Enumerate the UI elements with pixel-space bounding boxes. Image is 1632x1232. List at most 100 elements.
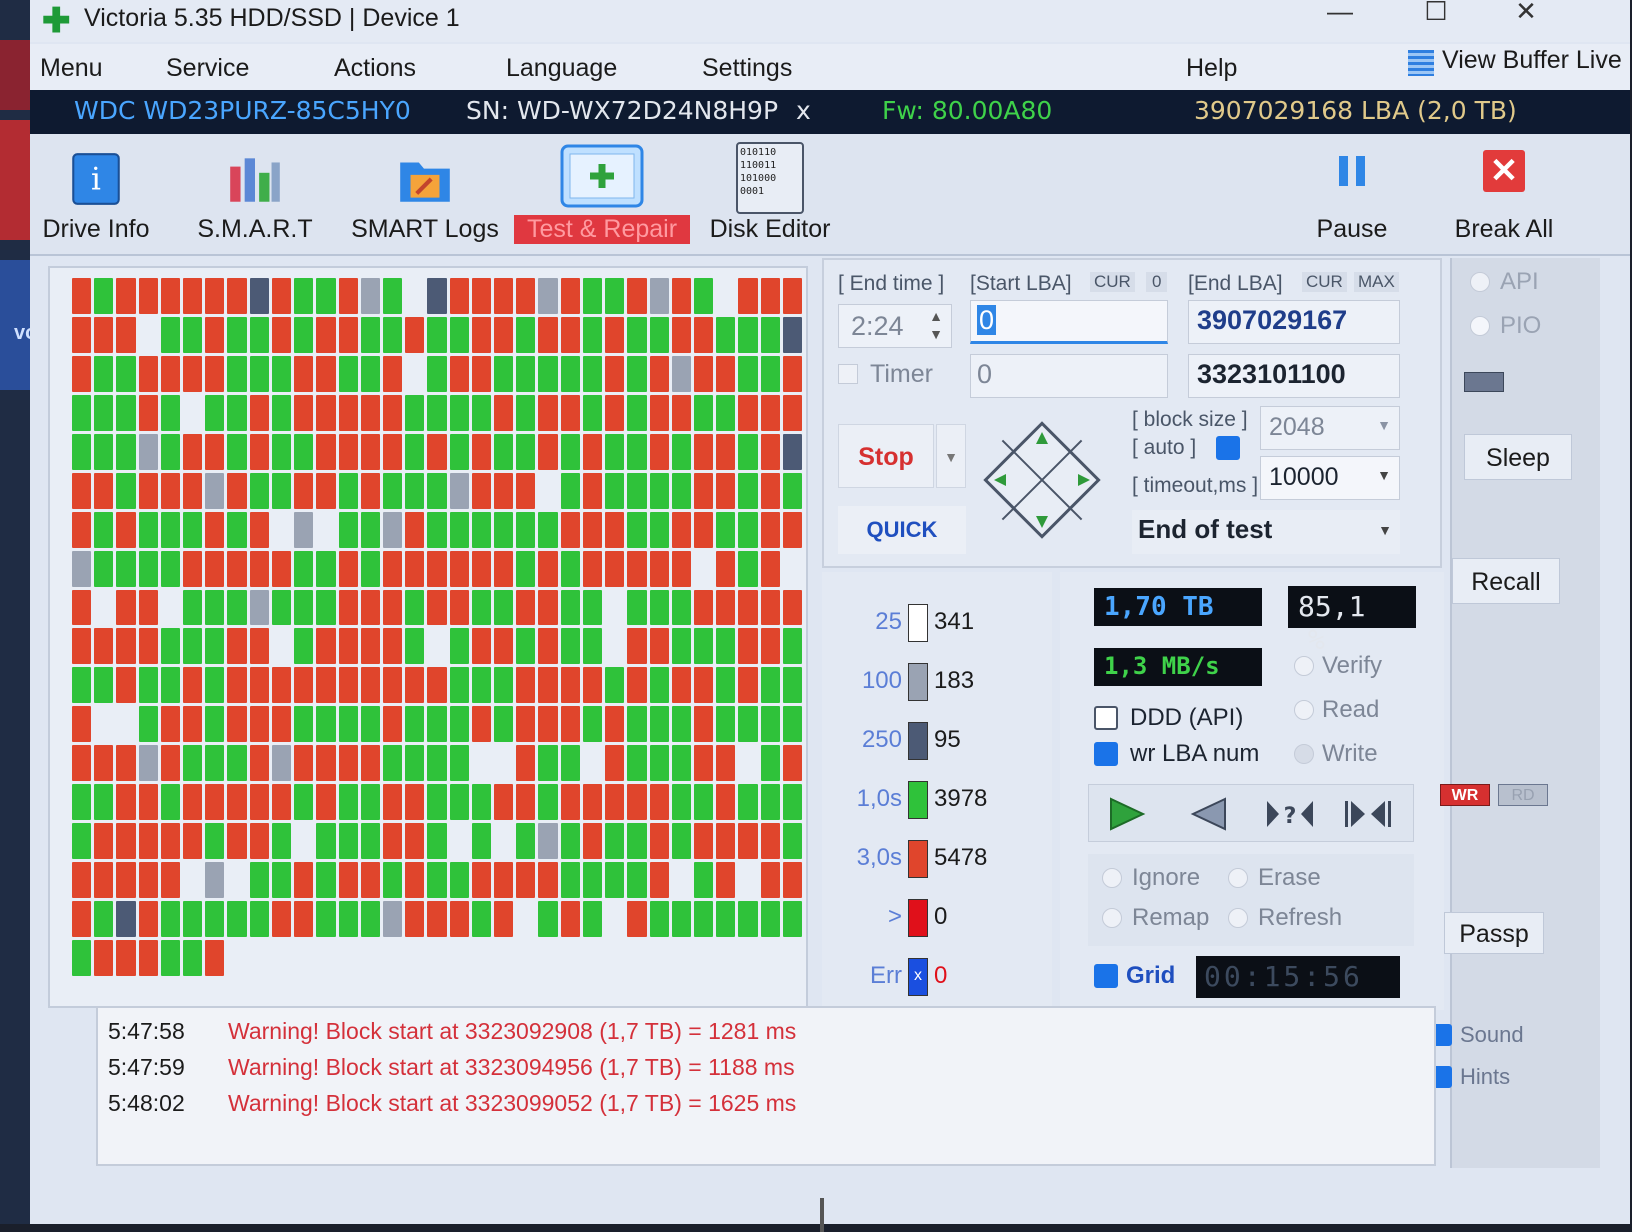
write-radio[interactable]: [1294, 744, 1314, 764]
event-log[interactable]: 5:47:58 Warning! Block start at 332309290…: [96, 1006, 1436, 1166]
smart-button[interactable]: S.M.A.R.T: [190, 134, 320, 252]
scan-block: [138, 745, 158, 782]
block-size-select[interactable]: 2048 ▼: [1260, 406, 1400, 450]
timeout-select[interactable]: 10000 ▼: [1260, 456, 1400, 500]
scan-block: [494, 511, 514, 548]
view-buffer-live-button[interactable]: View Buffer Live: [1442, 46, 1622, 75]
scan-block: [183, 706, 203, 743]
end-action-select[interactable]: End of test ▼: [1132, 510, 1400, 554]
auto-checkbox[interactable]: [1216, 436, 1240, 460]
refresh-radio[interactable]: [1228, 908, 1248, 928]
scan-block: [427, 550, 447, 587]
stop-dropdown-icon[interactable]: ▼: [936, 424, 966, 488]
minimize-button[interactable]: —: [1310, 0, 1370, 34]
scan-block: [72, 862, 92, 899]
scan-block: [183, 589, 203, 626]
grid-label: Grid: [1126, 962, 1176, 989]
api-radio[interactable]: [1470, 272, 1490, 292]
timer-input[interactable]: 0: [970, 354, 1168, 398]
pause-button[interactable]: Pause: [1302, 134, 1402, 252]
scan-block: [316, 745, 336, 782]
scan-block: [538, 550, 558, 587]
scan-block: [405, 667, 425, 704]
smart-logs-button[interactable]: SMART Logs: [350, 134, 500, 252]
break-all-button[interactable]: ✕ Break All: [1434, 134, 1574, 252]
erase-radio[interactable]: [1228, 868, 1248, 888]
stop-button[interactable]: Stop: [838, 424, 934, 488]
menu-menu[interactable]: Menu: [40, 54, 103, 83]
scan-block: [560, 706, 580, 743]
wr-lba-num-checkbox[interactable]: [1094, 742, 1118, 766]
scan-block: [649, 667, 669, 704]
menu-language[interactable]: Language: [506, 54, 617, 83]
scan-block: [227, 472, 247, 509]
menu-service[interactable]: Service: [166, 54, 249, 83]
passp-button[interactable]: Passp: [1444, 912, 1544, 954]
start-cur-button[interactable]: CUR: [1090, 272, 1135, 292]
scan-block: [516, 940, 536, 976]
scan-block: [671, 316, 691, 353]
scan-block: [671, 472, 691, 509]
reverse-icon[interactable]: [1189, 797, 1229, 831]
scan-block: [249, 706, 269, 743]
ignore-label: Ignore: [1132, 864, 1201, 891]
drive-info-button[interactable]: i Drive Info: [34, 134, 158, 252]
scan-block: [760, 278, 780, 314]
pio-radio[interactable]: [1470, 316, 1490, 336]
play-icon[interactable]: [1107, 797, 1147, 831]
menu-settings[interactable]: Settings: [702, 54, 792, 83]
end-max-button[interactable]: MAX: [1354, 272, 1399, 292]
menu-help[interactable]: Help: [1186, 54, 1237, 83]
scan-block: [494, 862, 514, 899]
grid-checkbox[interactable]: [1094, 964, 1118, 988]
scan-block: [738, 784, 758, 821]
scan-block: [494, 706, 514, 743]
drive-model[interactable]: WDC WD23PURZ-85C5HY0: [74, 96, 411, 125]
drive-close-button[interactable]: x: [796, 96, 811, 125]
quick-button[interactable]: QUICK: [838, 506, 966, 554]
read-radio[interactable]: [1294, 700, 1314, 720]
seek-direction-pad[interactable]: [972, 410, 1112, 550]
scan-block: [271, 940, 292, 976]
recall-button[interactable]: Recall: [1452, 558, 1560, 604]
scan-block: [738, 862, 758, 899]
verify-radio[interactable]: [1294, 656, 1314, 676]
butterfly-icon[interactable]: [1343, 797, 1393, 831]
menu-actions[interactable]: Actions: [334, 54, 416, 83]
random-seek-icon[interactable]: ?: [1265, 797, 1315, 831]
scan-block: [449, 667, 469, 704]
scan-block: [782, 862, 802, 899]
scan-block: [693, 433, 714, 470]
write-label: Write: [1322, 740, 1378, 767]
ignore-radio[interactable]: [1102, 868, 1122, 888]
end-time-spinner-icon[interactable]: ▲ ▼: [929, 307, 943, 343]
latency-stat-row: 1,0s 3978: [822, 779, 1052, 819]
close-button[interactable]: ✕: [1496, 0, 1556, 34]
maximize-button[interactable]: ☐: [1406, 0, 1466, 34]
test-repair-button[interactable]: Test & Repair: [514, 134, 690, 252]
end-lba-input[interactable]: 3907029167: [1188, 300, 1400, 344]
scan-block: [582, 278, 603, 314]
remap-radio[interactable]: [1102, 908, 1122, 928]
end-time-field[interactable]: 2:24 ▲ ▼: [838, 304, 952, 348]
start-zero-button[interactable]: 0: [1146, 272, 1168, 292]
scan-block: [227, 745, 247, 782]
log-entry: 5:47:59 Warning! Block start at 332309495…: [108, 1054, 795, 1081]
scan-block: [582, 316, 603, 353]
scan-block: [427, 355, 447, 392]
start-lba-input[interactable]: 0: [970, 300, 1168, 344]
scan-block: [160, 784, 181, 821]
end-cur-button[interactable]: CUR: [1302, 272, 1347, 292]
scan-block: [627, 589, 647, 626]
desktop-taskbar-item: [0, 40, 30, 110]
pio-label: PIO: [1500, 312, 1542, 339]
scan-block: [72, 745, 92, 782]
sleep-button[interactable]: Sleep: [1464, 434, 1572, 480]
app-cross-icon: ✚: [42, 2, 71, 40]
ddd-api-checkbox[interactable]: [1094, 706, 1118, 730]
side-panel: API PIO Sleep Recall WR RD Passp Sound H…: [1430, 258, 1600, 1168]
wr-indicator: WR: [1440, 784, 1490, 806]
timer-checkbox[interactable]: [838, 364, 858, 384]
end-lba-label: [End LBA]: [1188, 272, 1283, 295]
disk-editor-button[interactable]: 010110 110011 101000 0001 Disk Editor: [700, 134, 840, 252]
